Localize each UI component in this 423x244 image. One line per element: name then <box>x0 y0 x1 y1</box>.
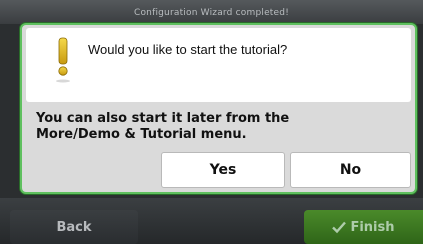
no-button-label: No <box>339 162 362 178</box>
dialog-info-line-1: You can also start it later from the <box>36 111 290 126</box>
yes-button-label: Yes <box>209 162 237 178</box>
dialog-info-line-2: More/Demo & Tutorial menu. <box>36 127 247 142</box>
checkmark-icon <box>332 221 347 234</box>
finish-button-label: Finish <box>350 219 395 235</box>
yes-button[interactable]: Yes <box>161 152 285 188</box>
back-button[interactable]: Back <box>10 210 138 244</box>
back-button-label: Back <box>56 219 92 235</box>
finish-button[interactable]: Finish <box>304 210 423 244</box>
no-button[interactable]: No <box>290 152 411 188</box>
warning-exclamation-icon <box>56 37 70 83</box>
wizard-title: Configuration Wizard completed! <box>133 8 289 18</box>
dialog-question: Would you like to start the tutorial? <box>88 42 288 57</box>
dialog-info-text: You can also start it later from the Mor… <box>36 111 366 143</box>
tutorial-dialog: Would you like to start the tutorial? Yo… <box>20 23 417 194</box>
dialog-message-panel: Would you like to start the tutorial? <box>26 28 411 102</box>
